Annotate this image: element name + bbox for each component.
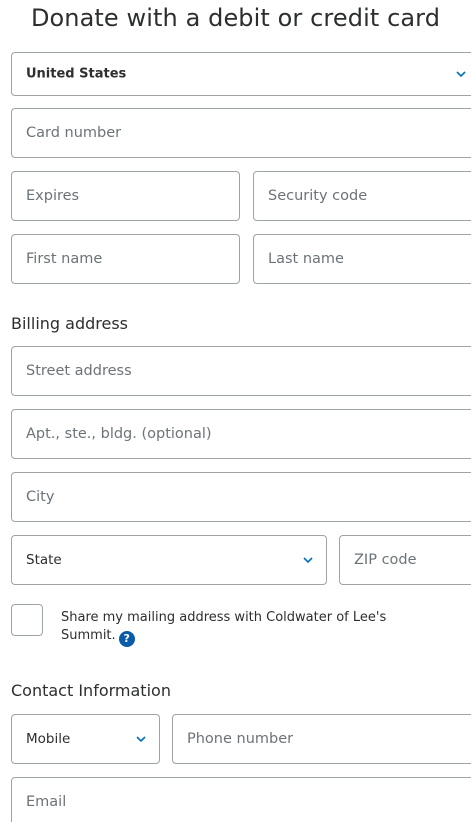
contact-information-label: Contact Information — [11, 681, 171, 700]
zip-code-placeholder: ZIP code — [354, 552, 417, 568]
street-address-placeholder: Street address — [26, 363, 132, 379]
expires-field[interactable]: Expires — [11, 171, 240, 221]
share-address-label: Share my mailing address with Coldwater … — [61, 609, 441, 647]
expires-placeholder: Expires — [26, 188, 80, 204]
last-name-field[interactable]: Last name — [253, 234, 471, 284]
donation-card-form: Donate with a debit or credit card Unite… — [0, 0, 471, 822]
zip-code-field[interactable]: ZIP code — [339, 535, 471, 585]
card-number-placeholder: Card number — [26, 125, 122, 141]
share-address-checkbox[interactable] — [11, 604, 43, 636]
apt-placeholder: Apt., ste., bldg. (optional) — [26, 426, 212, 442]
page-title: Donate with a debit or credit card — [30, 4, 441, 32]
state-select[interactable]: State — [11, 535, 327, 585]
phone-type-select[interactable]: Mobile — [11, 714, 160, 764]
phone-type-value: Mobile — [26, 731, 71, 747]
phone-number-field[interactable]: Phone number — [172, 714, 471, 764]
first-name-field[interactable]: First name — [11, 234, 240, 284]
chevron-down-icon — [456, 71, 466, 78]
apt-field[interactable]: Apt., ste., bldg. (optional) — [11, 409, 471, 459]
card-number-field[interactable]: Card number — [11, 108, 471, 158]
chevron-down-icon — [136, 736, 146, 743]
email-placeholder: Email — [26, 794, 67, 810]
security-code-field[interactable]: Security code — [253, 171, 471, 221]
first-name-placeholder: First name — [26, 251, 103, 267]
email-field[interactable]: Email — [11, 777, 471, 822]
question-mark-icon[interactable]: ? — [118, 631, 135, 647]
city-field[interactable]: City — [11, 472, 471, 522]
chevron-down-icon — [303, 557, 313, 564]
billing-address-label: Billing address — [11, 314, 128, 333]
country-select-value: United States — [26, 66, 127, 82]
state-select-value: State — [26, 552, 62, 568]
country-select[interactable]: United States — [11, 52, 471, 96]
share-address-text: Share my mailing address with Coldwater … — [61, 610, 387, 643]
street-address-field[interactable]: Street address — [11, 346, 471, 396]
last-name-placeholder: Last name — [268, 251, 344, 267]
phone-number-placeholder: Phone number — [187, 731, 294, 747]
security-code-placeholder: Security code — [268, 188, 368, 204]
city-placeholder: City — [26, 489, 55, 505]
